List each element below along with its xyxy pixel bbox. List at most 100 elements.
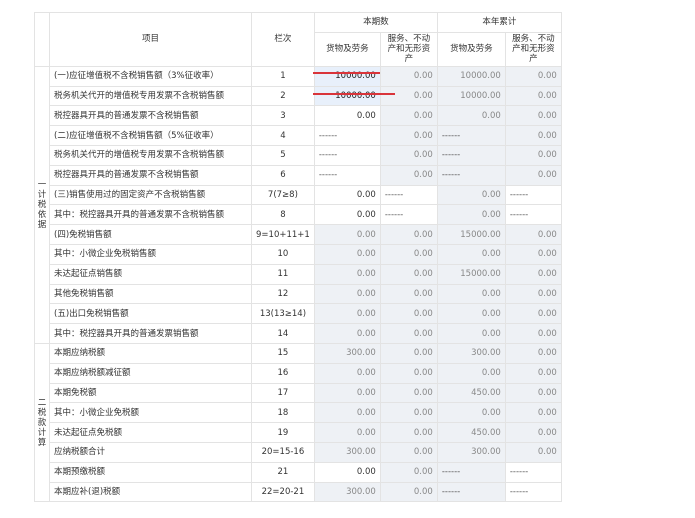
amount-cell: 0.00	[504, 65, 562, 87]
amount-cell: 0.00	[504, 224, 562, 245]
amount-cell: 0.00	[436, 184, 506, 206]
amount-cell: 0.00	[313, 362, 381, 384]
amount-cell: 300.00	[313, 342, 381, 364]
header-year-to-date: 本年累计	[436, 12, 562, 33]
amount-cell: 0.00	[504, 85, 562, 107]
amount-cell: 0.00	[313, 402, 381, 424]
amount-input[interactable]: ------	[504, 481, 562, 503]
header-goods-services: 货物及劳务	[313, 31, 381, 67]
row-item-label: 本期应纳税额减征额	[49, 362, 252, 384]
row-line-number: 2	[251, 85, 315, 107]
header-services-assets-ytd: 服务、不动产和无形资产	[504, 31, 562, 67]
row-line-number: 22=20-21	[251, 481, 315, 503]
table-row: 未达起征点免税额 19 0.00 0.00 450.00 0.00	[35, 422, 562, 443]
amount-cell: 0.00	[379, 224, 438, 245]
amount-input[interactable]: ------	[504, 461, 562, 483]
amount-cell: 0.00	[379, 481, 438, 503]
amount-input[interactable]: 0.00	[313, 105, 381, 127]
amount-input[interactable]: 10000.00	[313, 85, 381, 107]
row-item-label: 税务机关代开的增值税专用发票不含税销售额	[49, 144, 252, 166]
amount-cell: 450.00	[436, 382, 506, 404]
amount-cell: 0.00	[504, 422, 562, 443]
header-goods-services-ytd: 货物及劳务	[436, 31, 506, 67]
table-row: 其他免税销售额 12 0.00 0.00 0.00 0.00	[35, 283, 562, 305]
row-line-number: 15	[251, 342, 315, 364]
amount-input[interactable]: 10000.00	[313, 65, 381, 87]
highlight-underline-row1	[313, 72, 380, 74]
row-item-label: 应纳税额合计	[49, 441, 252, 463]
amount-input[interactable]: 0.00	[313, 184, 381, 206]
row-line-number: 12	[251, 283, 315, 305]
row-item-label: 未达起征点销售额	[49, 263, 252, 285]
amount-cell: 0.00	[436, 204, 506, 226]
row-item-label: 本期预缴税额	[49, 461, 252, 483]
amount-cell: 15000.00	[436, 224, 506, 245]
row-item-label: 其中：小微企业免税销售额	[49, 243, 252, 265]
row-item-label: 未达起征点免税额	[49, 422, 252, 443]
amount-cell: 300.00	[313, 441, 381, 463]
section-tax-basis: 一计税依据	[34, 65, 50, 344]
row-item-label: 税控器具开具的普通发票不含税销售额	[49, 105, 252, 127]
row-line-number: 20=15-16	[251, 441, 315, 463]
row-line-number: 13(13≥14)	[251, 303, 315, 325]
amount-cell: ------	[436, 144, 506, 166]
row-item-label: 税控器具开具的普通发票不含税销售额	[49, 164, 252, 186]
amount-cell: 450.00	[436, 422, 506, 443]
amount-cell: 0.00	[504, 164, 562, 186]
amount-input[interactable]: ------	[504, 184, 562, 206]
amount-cell: 0.00	[313, 263, 381, 285]
row-line-number: 7(7≥8)	[251, 184, 315, 206]
row-line-number: 17	[251, 382, 315, 404]
amount-cell: 0.00	[436, 323, 506, 344]
table-row: 应纳税额合计 20=15-16 300.00 0.00 300.00 0.00	[35, 441, 562, 463]
row-line-number: 3	[251, 105, 315, 127]
table-row: 本期应补(退)税额 22=20-21 300.00 0.00 ------ ------	[35, 481, 562, 503]
amount-input[interactable]: ------	[379, 184, 438, 206]
amount-input[interactable]: 0.00	[313, 461, 381, 483]
table-row: (三)销售使用过的固定资产不含税销售额 7(7≥8) 0.00 ------ 0.00-…	[35, 184, 562, 206]
amount-input[interactable]: ------	[504, 204, 562, 226]
amount-cell: 0.00	[504, 105, 562, 127]
row-item-label: 本期应纳税额	[49, 342, 252, 364]
amount-cell: 0.00	[379, 243, 438, 265]
amount-cell: 0.00	[436, 243, 506, 265]
amount-cell: 0.00	[379, 461, 438, 483]
table-row: 其中：小微企业免税额 18 0.00 0.00 0.00 0.00	[35, 402, 562, 424]
row-item-label: (三)销售使用过的固定资产不含税销售额	[49, 184, 252, 206]
amount-cell: 0.00	[379, 422, 438, 443]
amount-cell: 0.00	[313, 224, 381, 245]
amount-cell: 0.00	[504, 243, 562, 265]
amount-cell: 0.00	[379, 144, 438, 166]
table-row: 本期免税额 17 0.00 0.00 450.00 0.00	[35, 382, 562, 404]
amount-cell: ------	[436, 481, 506, 503]
row-item-label: 其中：税控器具开具的普通发票不含税销售额	[49, 204, 252, 226]
amount-cell: 0.00	[504, 144, 562, 166]
amount-cell: 300.00	[313, 481, 381, 503]
amount-cell: 300.00	[436, 441, 506, 463]
table-row: 其中：税控器具开具的普通发票不含税销售额 8 0.00 ------ 0.00 -----…	[35, 204, 562, 226]
section-tax-calc: 二税款计算	[34, 342, 50, 503]
row-line-number: 4	[251, 125, 315, 146]
amount-input[interactable]: ------	[379, 204, 438, 226]
row-item-label: (二)应征增值税不含税销售额（5%征收率）	[49, 125, 252, 146]
amount-cell: 0.00	[379, 263, 438, 285]
amount-cell: 0.00	[379, 283, 438, 305]
header-item: 项目	[49, 12, 252, 67]
table-row: 本期预缴税额 21 0.00 0.00 ------ ------	[35, 461, 562, 483]
amount-input[interactable]: ------	[313, 125, 381, 146]
amount-cell: 0.00	[504, 342, 562, 364]
amount-cell: 0.00	[313, 422, 381, 443]
table-row: 一计税依据 (一)应征增值税不含税销售额（3%征收率） 1 10000.00 0.00 1…	[34, 65, 562, 344]
amount-cell: 300.00	[436, 342, 506, 364]
amount-cell: 0.00	[504, 362, 562, 384]
amount-input[interactable]: 0.00	[313, 204, 381, 226]
amount-cell: 0.00	[379, 164, 438, 186]
row-line-number: 14	[251, 323, 315, 344]
row-line-number: 16	[251, 362, 315, 384]
amount-cell: 0.00	[504, 283, 562, 305]
amount-cell: 0.00	[504, 125, 562, 146]
amount-input[interactable]: ------	[313, 144, 381, 166]
row-line-number: 5	[251, 144, 315, 166]
amount-input[interactable]: ------	[313, 164, 381, 186]
amount-cell: 0.00	[313, 283, 381, 305]
